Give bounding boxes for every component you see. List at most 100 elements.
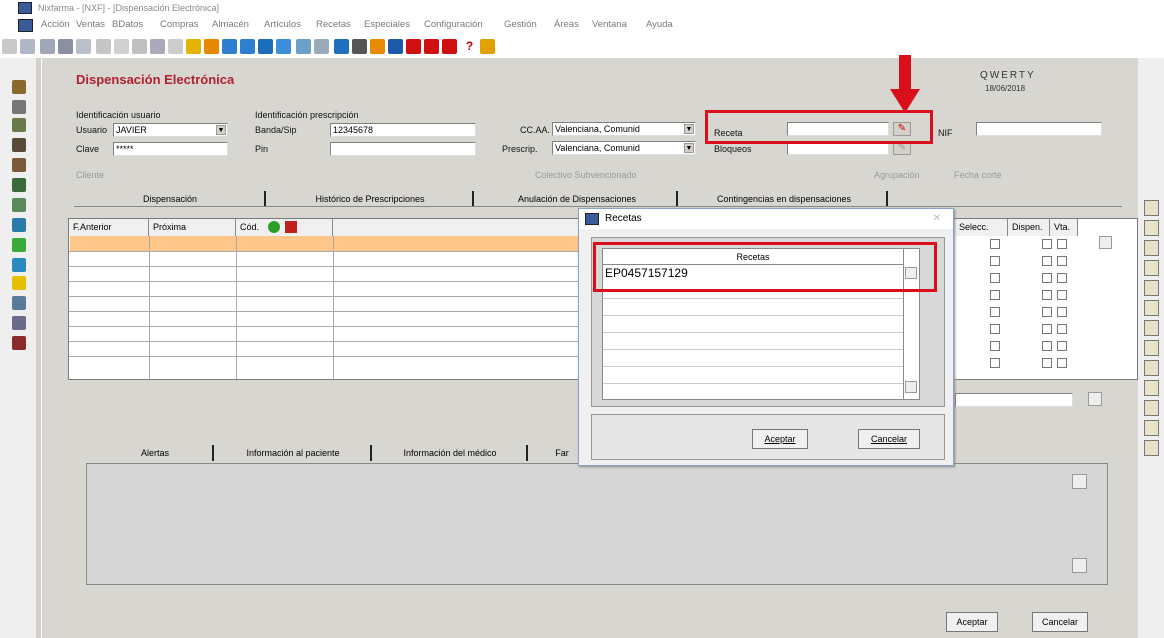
arrow-left-icon[interactable] [222,39,237,54]
right-icon-4[interactable] [1144,260,1159,276]
menu-almacen[interactable]: Almacén [212,19,249,30]
menu-recetas[interactable]: Recetas [316,19,351,30]
dispense-checkbox[interactable] [1042,307,1052,317]
recetas-scroll-down[interactable] [905,381,917,393]
left-icon-2[interactable] [12,100,26,114]
tab-alertas[interactable]: Alertas [98,445,214,461]
toolbar-icon-17[interactable] [296,39,311,54]
toolbar-icon-6[interactable] [96,39,111,54]
toolbar-icon-20[interactable] [352,39,367,54]
dispense-checkbox[interactable] [1042,256,1052,266]
nif-field[interactable] [976,122,1102,136]
help-icon[interactable]: ? [462,39,477,54]
warning-icon[interactable] [12,276,26,290]
left-icon-8[interactable] [12,218,26,232]
dialog-accept-button[interactable]: Aceptar [752,429,808,449]
menu-especiales[interactable]: Especiales [364,19,410,30]
pin-field[interactable] [330,142,476,156]
grid-action-icon[interactable] [285,221,297,233]
column-proxima[interactable]: Próxima [149,219,236,236]
accept-button[interactable]: Aceptar [946,612,998,632]
left-icon-5[interactable] [12,158,26,172]
left-icon-10[interactable] [12,258,26,272]
left-icon-14[interactable] [12,336,26,350]
cancel-button[interactable]: Cancelar [1032,612,1088,632]
left-icon-4[interactable] [12,138,26,152]
column-vta[interactable]: Vta. [1050,219,1078,236]
column-dispen[interactable]: Dispen. [1008,219,1050,236]
toolbar-icon-1[interactable] [2,39,17,54]
star-icon[interactable] [186,39,201,54]
right-icon-8[interactable] [1144,340,1159,356]
right-icon-9[interactable] [1144,360,1159,376]
menu-ayuda[interactable]: Ayuda [646,19,673,30]
select-checkbox[interactable] [990,341,1000,351]
toolbar-icon-5[interactable] [76,39,91,54]
toolbar-icon-19[interactable] [334,39,349,54]
column-f-anterior[interactable]: F.Anterior [69,219,149,236]
right-icon-5[interactable] [1144,280,1159,296]
left-icon-13[interactable] [12,316,26,330]
dispense-checkbox[interactable] [1042,324,1052,334]
prescrip-select[interactable]: Valenciana, Comunid ▼ [552,141,696,155]
clave-field[interactable]: ***** [113,142,228,156]
select-checkbox[interactable] [990,290,1000,300]
right-icon-7[interactable] [1144,320,1159,336]
select-checkbox[interactable] [990,324,1000,334]
toolbar-icon-22[interactable] [388,39,403,54]
toolbar-icon-15[interactable] [258,39,273,54]
dispense-checkbox[interactable] [1042,290,1052,300]
document-icon[interactable] [18,19,33,32]
toolbar-icon-12[interactable] [204,39,219,54]
tab-info-medico[interactable]: Información del médico [374,445,528,461]
sale-checkbox[interactable] [1057,324,1067,334]
right-icon-10[interactable] [1144,380,1159,396]
right-icon-12[interactable] [1144,420,1159,436]
selected-row[interactable] [70,236,585,251]
toolbar-red-3[interactable] [442,39,457,54]
toolbar-icon-3[interactable] [40,39,55,54]
tab-far[interactable]: Far [546,445,578,461]
grid-scroll-down[interactable] [1088,392,1102,406]
right-icon-6[interactable] [1144,300,1159,316]
right-icon-1[interactable] [1144,200,1159,216]
left-icon-1[interactable] [12,80,26,94]
menu-compras[interactable]: Compras [160,19,199,30]
sale-checkbox[interactable] [1057,239,1067,249]
toolbar-icon-4[interactable] [58,39,73,54]
left-icon-7[interactable] [12,198,26,212]
left-icon-6[interactable] [12,178,26,192]
toolbar-icon-10[interactable] [168,39,183,54]
toolbar-icon-18[interactable] [314,39,329,54]
grid-scroll-up[interactable] [1099,236,1112,249]
home-icon[interactable] [480,39,495,54]
toolbar-icon-9[interactable] [150,39,165,54]
dispense-checkbox[interactable] [1042,341,1052,351]
menu-bdatos[interactable]: BDatos [112,19,143,30]
right-icon-11[interactable] [1144,400,1159,416]
chevron-down-icon[interactable]: ▼ [684,143,694,153]
toolbar-icon-7[interactable] [114,39,129,54]
dispense-checkbox[interactable] [1042,273,1052,283]
chevron-down-icon[interactable]: ▼ [216,125,226,135]
select-checkbox[interactable] [990,358,1000,368]
select-checkbox[interactable] [990,256,1000,266]
sale-checkbox[interactable] [1057,341,1067,351]
select-checkbox[interactable] [990,273,1000,283]
menu-articulos[interactable]: Artículos [264,19,301,30]
toolbar-icon-16[interactable] [276,39,291,54]
toolbar-red-1[interactable] [406,39,421,54]
ccaa-select[interactable]: Valenciana, Comunid ▼ [552,122,696,136]
total-field[interactable] [955,393,1073,407]
left-icon-12[interactable] [12,296,26,310]
tab-contingencias[interactable]: Contingencias en dispensaciones [682,191,888,207]
toolbar-icon-2[interactable] [20,39,35,54]
dispense-checkbox[interactable] [1042,358,1052,368]
select-checkbox[interactable] [990,307,1000,317]
arrow-right-icon[interactable] [240,39,255,54]
menu-areas[interactable]: Áreas [554,19,579,30]
menu-ventas[interactable]: Ventas [76,19,105,30]
toolbar-red-2[interactable] [424,39,439,54]
tab-dispensacion[interactable]: Dispensación [76,191,266,207]
toolbar-icon-21[interactable] [370,39,385,54]
